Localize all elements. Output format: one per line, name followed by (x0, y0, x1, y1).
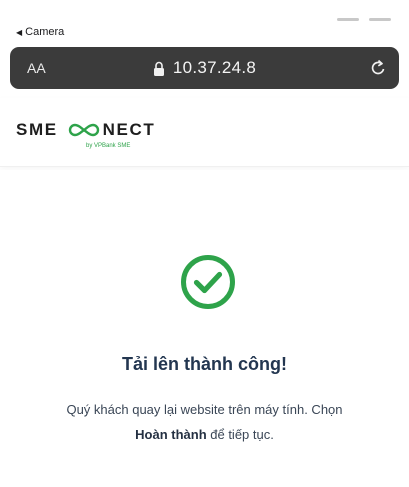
site-header: SME NECT by VPBank SME (0, 98, 409, 167)
message-part1: Quý khách quay lại website trên máy tính… (66, 402, 343, 417)
logo-subtitle: by VPBank SME (86, 143, 131, 149)
back-arrow-icon: ◀ (16, 27, 23, 37)
logo-loop-icon (68, 123, 99, 137)
back-label: Camera (25, 26, 65, 38)
success-title: Tải lên thành công! (122, 354, 287, 374)
main-content: Tải lên thành công! Quý khách quay lại w… (0, 170, 409, 487)
address-bar[interactable]: AA 10.37.24.8 (10, 47, 399, 89)
status-bar: ◀ Camera (0, 0, 409, 42)
sme-connect-logo[interactable]: SME NECT by VPBank SME (16, 120, 186, 156)
reload-icon[interactable] (369, 58, 387, 78)
signal-indicator (337, 18, 359, 21)
url-text: 10.37.24.8 (172, 58, 257, 77)
message-part2: để tiếp tục. (206, 427, 274, 442)
logo-text-left: SME (16, 120, 58, 139)
success-message: Quý khách quay lại website trên máy tính… (30, 397, 379, 447)
lock-icon (153, 61, 165, 76)
message-bold-action: Hoàn thành (135, 427, 207, 442)
url-display[interactable]: 10.37.24.8 (10, 58, 399, 78)
status-icons (337, 18, 391, 21)
check-circle-icon (181, 255, 235, 309)
battery-indicator (369, 18, 391, 21)
logo-text-right: NECT (102, 120, 156, 139)
page: ◀ Camera AA 10.37.24.8 SME NECT by VPBan… (0, 0, 409, 487)
back-to-camera-link[interactable]: ◀ Camera (16, 26, 64, 38)
